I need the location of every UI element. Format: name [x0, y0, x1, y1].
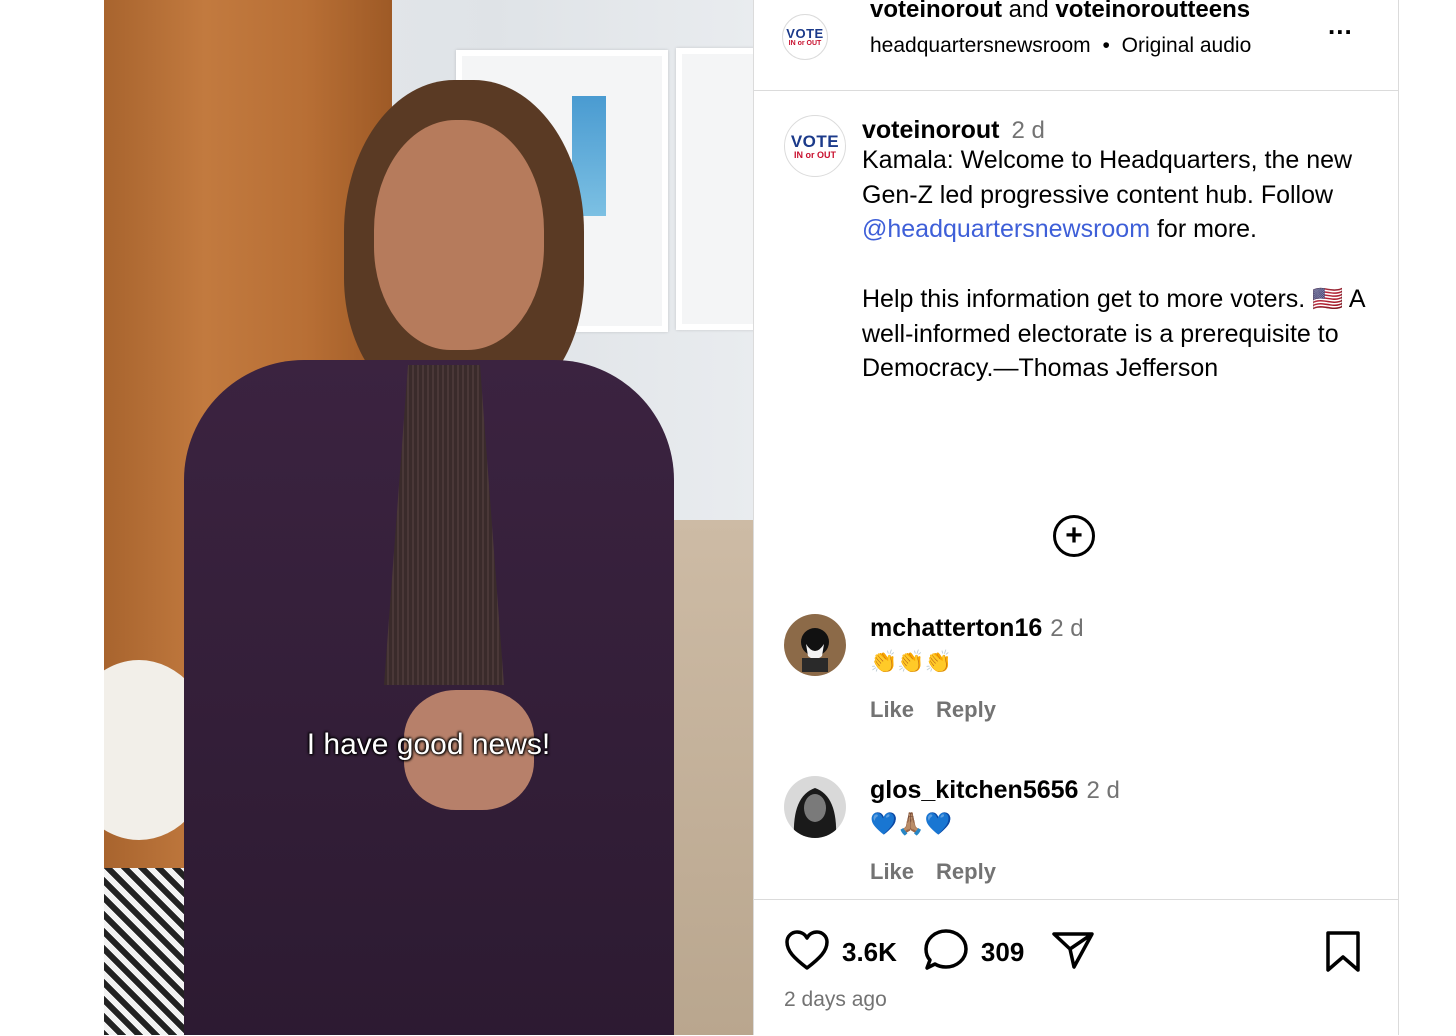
- video-caption: I have good news!: [306, 728, 551, 761]
- comment-text: 💙🙏🏽💙: [870, 811, 953, 836]
- author-link-1[interactable]: voteinorout: [870, 0, 1002, 23]
- commenter-avatar[interactable]: [784, 614, 846, 676]
- heart-icon[interactable]: [784, 929, 830, 976]
- bookmark-icon[interactable]: [1324, 930, 1362, 979]
- commenter-avatar[interactable]: [784, 776, 846, 838]
- post-panel: VOTE IN or OUT voteinorout and voteinoro…: [753, 0, 1399, 1035]
- comment-time: 2 d: [1050, 615, 1084, 642]
- comment-username[interactable]: glos_kitchen5656: [870, 776, 1078, 804]
- post-caption: voteinorout 2 d Kamala: Welcome to Headqu…: [862, 116, 1372, 386]
- avatar-inout-text: IN or OUT: [794, 149, 836, 160]
- load-more-comments-plus-icon[interactable]: +: [1053, 515, 1095, 557]
- caption-time: 2 d: [1011, 117, 1045, 144]
- comment-like-button[interactable]: Like: [870, 859, 914, 884]
- comment-text: 👏👏👏: [870, 649, 953, 674]
- caption-text-before: Kamala: Welcome to Headquarters, the new…: [862, 146, 1360, 209]
- wall-frame-right: [676, 48, 753, 330]
- original-audio-link[interactable]: Original audio: [1122, 34, 1252, 57]
- post-header: VOTE IN or OUT voteinorout and voteinoro…: [754, 0, 1398, 91]
- avatar-inout-text: IN or OUT: [788, 39, 822, 47]
- caption-username[interactable]: voteinorout: [862, 116, 1000, 144]
- comment-username[interactable]: mchatterton16: [870, 614, 1042, 642]
- comment-like-button[interactable]: Like: [870, 697, 914, 722]
- author-link-2[interactable]: voteinoroutteens: [1055, 0, 1250, 23]
- author-joiner: and: [1002, 0, 1056, 23]
- audio-line: headquartersnewsroom • Original audio: [870, 34, 1251, 58]
- avatar-vote-text: VOTE: [790, 131, 840, 151]
- reel-video[interactable]: I have good news!: [104, 0, 753, 1035]
- post-date: 2 days ago: [784, 988, 887, 1011]
- caption-author-avatar[interactable]: VOTE IN or OUT: [784, 115, 846, 177]
- share-send-icon[interactable]: [1050, 929, 1096, 976]
- comments-count[interactable]: 309: [981, 937, 1024, 968]
- speaker-figure: [174, 80, 684, 1035]
- comment-bubble-icon[interactable]: [923, 928, 969, 977]
- comment-time: 2 d: [1086, 777, 1120, 804]
- comment-reply-button[interactable]: Reply: [936, 697, 996, 722]
- likes-count[interactable]: 3.6K: [842, 937, 897, 968]
- audio-source-link[interactable]: headquartersnewsroom: [870, 34, 1091, 57]
- post-actions-bar: 3.6K 309 2 days ago: [754, 899, 1398, 1036]
- more-options-icon[interactable]: ...: [1328, 10, 1353, 41]
- caption-text: Kamala: Welcome to Headquarters, the new…: [862, 143, 1372, 386]
- mention-link[interactable]: @headquartersnewsroom: [862, 215, 1150, 243]
- avatar-vote-text: VOTE: [786, 25, 824, 41]
- comment-reply-button[interactable]: Reply: [936, 859, 996, 884]
- audio-separator: •: [1102, 34, 1110, 57]
- author-names: voteinorout and voteinoroutteens: [870, 0, 1250, 24]
- author-avatar[interactable]: VOTE IN or OUT: [782, 14, 828, 60]
